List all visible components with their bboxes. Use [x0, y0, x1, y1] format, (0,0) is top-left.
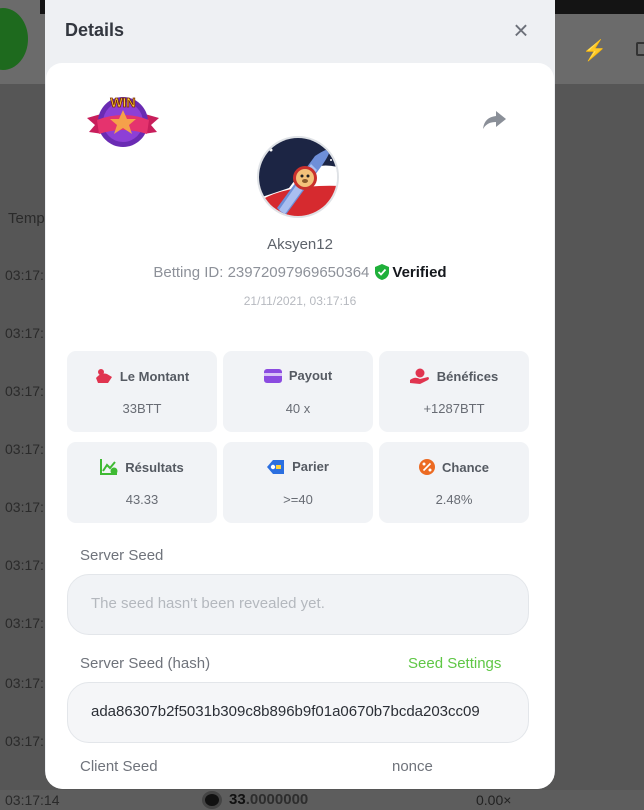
win-badge-text: WIN — [110, 95, 135, 110]
stat-label-row: Le Montant — [67, 368, 217, 384]
server-seed-hash-label: Server Seed (hash) — [80, 655, 211, 672]
stat-label: Le Montant — [119, 369, 190, 384]
stat-label: Bénéfices — [436, 369, 499, 384]
background-row-time: 03:17: — [5, 267, 44, 283]
percent-icon — [419, 459, 436, 475]
chart-icon — [100, 459, 118, 475]
modal-title: Details — [65, 20, 125, 40]
stat-label: Parier — [292, 459, 329, 474]
lightning-icon: ⚡ — [582, 40, 607, 62]
nonce-label: nonce — [392, 758, 433, 775]
stat-value: >=40 — [283, 492, 313, 507]
stat-value: 33BTT — [122, 401, 162, 416]
betting-id-line: Betting ID: 23972097969650364 Verified — [45, 264, 555, 281]
background-row-time: 03:17: — [5, 557, 44, 573]
background-row-amount: 33.0000000 — [229, 791, 308, 808]
background-row-time: 03:17: — [5, 733, 44, 749]
wallet-icon — [263, 369, 282, 383]
bet-timestamp: 21/11/2021, 03:17:16 — [243, 294, 357, 308]
column-header-time: Temp — [8, 210, 45, 227]
stat-label-row: Résultats — [67, 459, 217, 475]
background-row-time: 03:17: — [5, 499, 44, 515]
money-icon — [95, 369, 112, 383]
stat-value: 43.33 — [125, 492, 159, 507]
server-seed-field[interactable]: The seed hasn't been revealed yet. — [67, 574, 529, 635]
wallet-box-icon — [636, 42, 644, 56]
coin-icon — [202, 791, 222, 809]
server-seed-hash-field[interactable]: ada86307b2f5031b309c8b896b9f01a0670b7bcd… — [67, 682, 529, 743]
user-avatar — [257, 136, 339, 218]
background-bottom-row — [0, 790, 644, 810]
stat-label: Résultats — [125, 460, 184, 475]
betting-id: Betting ID: 23972097969650364 — [153, 264, 370, 281]
verified-label: Verified — [392, 264, 447, 281]
verified-shield-icon — [375, 264, 390, 280]
seed-settings-link[interactable]: Seed Settings — [408, 655, 501, 672]
stat-label-row: Bénéfices — [379, 368, 529, 384]
stat-label: Payout — [288, 368, 333, 383]
stat-bet: Parier >=40 — [223, 442, 373, 523]
background-row-time: 03:17: — [5, 383, 44, 399]
server-seed-hash-value: ada86307b2f5031b309c8b896b9f01a0670b7bcd… — [91, 703, 480, 720]
stat-label-row: Parier — [223, 459, 373, 474]
stat-value: 2.48% — [435, 492, 473, 507]
client-seed-label: Client Seed — [80, 758, 158, 775]
stat-value: +1287BTT — [423, 401, 485, 416]
stat-label-row: Payout — [223, 368, 373, 383]
stat-amount: Le Montant 33BTT — [67, 351, 217, 432]
background-row-multiplier: 0.00× — [476, 792, 512, 808]
stat-label-row: Chance — [379, 459, 529, 475]
server-seed-placeholder: The seed hasn't been revealed yet. — [91, 595, 325, 612]
stat-chance: Chance 2.48% — [379, 442, 529, 523]
amount-main: 33 — [229, 791, 246, 808]
win-badge-icon: WIN — [87, 95, 159, 147]
share-icon[interactable] — [481, 108, 507, 132]
server-seed-label: Server Seed — [80, 547, 164, 564]
background-row-time: 03:17: — [5, 675, 44, 691]
background-row-time: 03:17:14 — [5, 792, 60, 808]
stat-label: Chance — [442, 460, 489, 475]
background-row-time: 03:17: — [5, 325, 44, 341]
stat-value: 40 x — [285, 401, 311, 416]
profit-icon — [409, 368, 429, 384]
background-row-time: 03:17: — [5, 615, 44, 631]
background-row-time: 03:17: — [5, 441, 44, 457]
close-button[interactable]: × — [510, 17, 532, 43]
tag-icon — [267, 460, 285, 474]
details-modal: Details × WIN Aksyen12 Betting ID: 23972… — [45, 0, 555, 789]
stat-results: Résultats 43.33 — [67, 442, 217, 523]
amount-decimals: .0000000 — [245, 791, 309, 808]
stat-payout: Payout 40 x — [223, 351, 373, 432]
background-avatar — [0, 8, 28, 70]
stat-profit: Bénéfices +1287BTT — [379, 351, 529, 432]
username: Aksyen12 — [267, 236, 333, 253]
